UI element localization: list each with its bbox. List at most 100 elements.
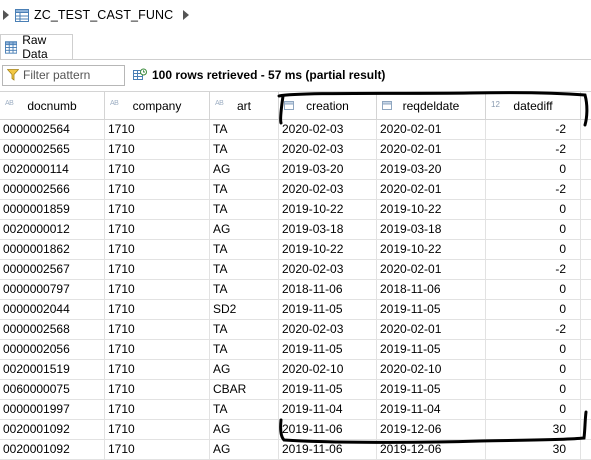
cell-reqdeldate[interactable]: 2020-02-01 [377, 260, 486, 279]
cell-datediff[interactable]: 0 [486, 340, 581, 359]
cell-reqdeldate[interactable]: 2019-10-22 [377, 200, 486, 219]
cell-company[interactable]: 1710 [105, 280, 210, 299]
cell-art[interactable]: TA [210, 340, 279, 359]
cell-datediff[interactable]: 0 [486, 300, 581, 319]
chevron-right-icon[interactable] [183, 10, 190, 20]
table-row[interactable]: 0000002565 1710 TA 2020-02-03 2020-02-01 -2 [0, 140, 591, 160]
cell-creation[interactable]: 2018-11-06 [279, 280, 377, 299]
cell-creation[interactable]: 2020-02-03 [279, 140, 377, 159]
cell-creation[interactable]: 2019-11-05 [279, 380, 377, 399]
cell-datediff[interactable]: 0 [486, 360, 581, 379]
cell-datediff[interactable]: 0 [486, 200, 581, 219]
table-row[interactable]: 0000002568 1710 TA 2020-02-03 2020-02-01 -2 [0, 320, 591, 340]
cell-company[interactable]: 1710 [105, 400, 210, 419]
cell-art[interactable]: TA [210, 280, 279, 299]
table-row[interactable]: 0060000075 1710 CBAR 2019-11-05 2019-11-05 0 [0, 380, 591, 400]
cell-art[interactable]: SD2 [210, 300, 279, 319]
cell-datediff[interactable]: 30 [486, 420, 581, 439]
cell-datediff[interactable]: 30 [486, 440, 581, 459]
cell-docnumb[interactable]: 0020001092 [0, 440, 105, 459]
cell-reqdeldate[interactable]: 2019-12-06 [377, 420, 486, 439]
cell-company[interactable]: 1710 [105, 240, 210, 259]
table-row[interactable]: 0000002564 1710 TA 2020-02-03 2020-02-01 -2 [0, 120, 591, 140]
column-header-datediff[interactable]: 12 datediff [486, 92, 581, 119]
cell-reqdeldate[interactable]: 2019-11-05 [377, 300, 486, 319]
cell-datediff[interactable]: -2 [486, 180, 581, 199]
cell-docnumb[interactable]: 0020001092 [0, 420, 105, 439]
cell-company[interactable]: 1710 [105, 340, 210, 359]
cell-docnumb[interactable]: 0060000075 [0, 380, 105, 399]
cell-docnumb[interactable]: 0000002564 [0, 120, 105, 139]
cell-reqdeldate[interactable]: 2020-02-01 [377, 180, 486, 199]
cell-art[interactable]: AG [210, 440, 279, 459]
table-row[interactable]: 0020001519 1710 AG 2020-02-10 2020-02-10 0 [0, 360, 591, 380]
cell-docnumb[interactable]: 0000001997 [0, 400, 105, 419]
cell-creation[interactable]: 2019-10-22 [279, 240, 377, 259]
cell-datediff[interactable]: -2 [486, 140, 581, 159]
cell-datediff[interactable]: -2 [486, 260, 581, 279]
table-row[interactable]: 0000002056 1710 TA 2019-11-05 2019-11-05 0 [0, 340, 591, 360]
cell-company[interactable]: 1710 [105, 160, 210, 179]
cell-company[interactable]: 1710 [105, 260, 210, 279]
table-row[interactable]: 0000002567 1710 TA 2020-02-03 2020-02-01 -2 [0, 260, 591, 280]
cell-reqdeldate[interactable]: 2020-02-01 [377, 140, 486, 159]
cell-art[interactable]: TA [210, 180, 279, 199]
cell-company[interactable]: 1710 [105, 360, 210, 379]
cell-art[interactable]: AG [210, 220, 279, 239]
cell-creation[interactable]: 2020-02-03 [279, 320, 377, 339]
cell-creation[interactable]: 2019-11-06 [279, 420, 377, 439]
cell-reqdeldate[interactable]: 2020-02-10 [377, 360, 486, 379]
column-header-creation[interactable]: creation [279, 92, 377, 119]
cell-creation[interactable]: 2019-03-18 [279, 220, 377, 239]
cell-company[interactable]: 1710 [105, 200, 210, 219]
cell-reqdeldate[interactable]: 2019-03-18 [377, 220, 486, 239]
cell-reqdeldate[interactable]: 2018-11-06 [377, 280, 486, 299]
cell-creation[interactable]: 2019-11-04 [279, 400, 377, 419]
cell-docnumb[interactable]: 0000002056 [0, 340, 105, 359]
cell-art[interactable]: TA [210, 120, 279, 139]
cell-datediff[interactable]: 0 [486, 380, 581, 399]
cell-creation[interactable]: 2019-10-22 [279, 200, 377, 219]
cell-art[interactable]: CBAR [210, 380, 279, 399]
cell-reqdeldate[interactable]: 2020-02-01 [377, 320, 486, 339]
table-row[interactable]: 0020000114 1710 AG 2019-03-20 2019-03-20 0 [0, 160, 591, 180]
cell-company[interactable]: 1710 [105, 440, 210, 459]
filter-input[interactable] [23, 68, 119, 82]
cell-datediff[interactable]: 0 [486, 240, 581, 259]
table-row[interactable]: 0000002044 1710 SD2 2019-11-05 2019-11-05 0 [0, 300, 591, 320]
cell-docnumb[interactable]: 0000002565 [0, 140, 105, 159]
cell-company[interactable]: 1710 [105, 380, 210, 399]
cell-creation[interactable]: 2020-02-03 [279, 260, 377, 279]
table-row[interactable]: 0020001092 1710 AG 2019-11-06 2019-12-06 30 [0, 420, 591, 440]
cell-reqdeldate[interactable]: 2019-12-06 [377, 440, 486, 459]
cell-docnumb[interactable]: 0020000012 [0, 220, 105, 239]
cell-art[interactable]: TA [210, 240, 279, 259]
cell-creation[interactable]: 2020-02-03 [279, 120, 377, 139]
cell-company[interactable]: 1710 [105, 120, 210, 139]
cell-art[interactable]: TA [210, 400, 279, 419]
table-row[interactable]: 0000001859 1710 TA 2019-10-22 2019-10-22 0 [0, 200, 591, 220]
cell-company[interactable]: 1710 [105, 300, 210, 319]
cell-reqdeldate[interactable]: 2019-10-22 [377, 240, 486, 259]
cell-docnumb[interactable]: 0020000114 [0, 160, 105, 179]
cell-datediff[interactable]: 0 [486, 220, 581, 239]
tab-raw-data[interactable]: Raw Data [0, 33, 73, 61]
cell-docnumb[interactable]: 0000002566 [0, 180, 105, 199]
cell-creation[interactable]: 2020-02-03 [279, 180, 377, 199]
cell-reqdeldate[interactable]: 2019-11-04 [377, 400, 486, 419]
cell-art[interactable]: TA [210, 260, 279, 279]
table-row[interactable]: 0020000012 1710 AG 2019-03-18 2019-03-18 0 [0, 220, 591, 240]
cell-reqdeldate[interactable]: 2019-03-20 [377, 160, 486, 179]
cell-datediff[interactable]: 0 [486, 280, 581, 299]
cell-docnumb[interactable]: 0000002568 [0, 320, 105, 339]
cell-company[interactable]: 1710 [105, 320, 210, 339]
cell-art[interactable]: TA [210, 140, 279, 159]
cell-datediff[interactable]: 0 [486, 160, 581, 179]
table-row[interactable]: 0000001862 1710 TA 2019-10-22 2019-10-22 0 [0, 240, 591, 260]
column-header-art[interactable]: AB art [210, 92, 279, 119]
cell-company[interactable]: 1710 [105, 180, 210, 199]
cell-art[interactable]: AG [210, 160, 279, 179]
cell-docnumb[interactable]: 0000001862 [0, 240, 105, 259]
column-header-docnumb[interactable]: AB docnumb [0, 92, 105, 119]
cell-company[interactable]: 1710 [105, 140, 210, 159]
